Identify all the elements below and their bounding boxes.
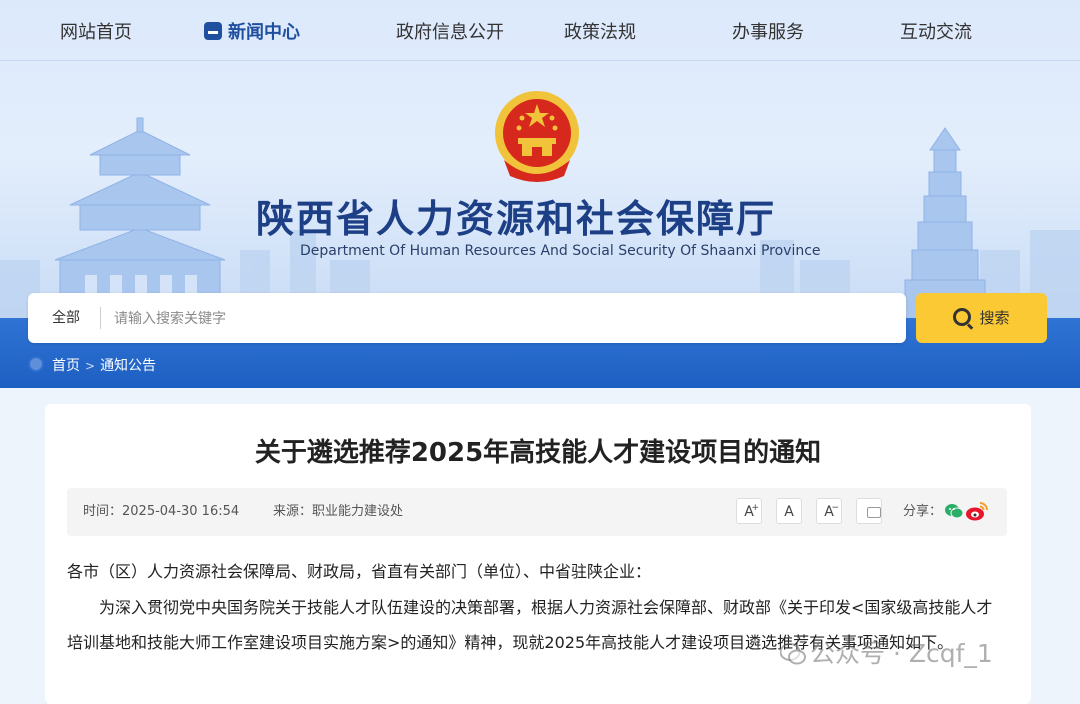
breadcrumb-current-link[interactable]: 通知公告 xyxy=(100,358,156,374)
news-home-icon xyxy=(204,22,222,40)
breadcrumb: 首页 > 通知公告 xyxy=(28,352,156,380)
search-icon xyxy=(953,308,972,326)
nav-item-home[interactable]: 网站首页 xyxy=(60,0,132,60)
top-nav: 网站首页 新闻中心 政府信息公开 政策法规 办事服务 互动交流 xyxy=(0,0,1080,61)
font-smaller-button[interactable]: A − xyxy=(816,498,842,524)
article-paragraph: 各市（区）人力资源社会保障局、财政局，省直有关部门（单位）、中省驻陕企业： xyxy=(67,562,652,581)
nav-item-services[interactable]: 办事服务 xyxy=(732,0,804,60)
search-scope-select[interactable]: 全部 xyxy=(52,293,80,343)
wechat-icon[interactable] xyxy=(945,503,963,519)
header-banner: 网站首页 新闻中心 政府信息公开 政策法规 办事服务 互动交流 陕西省人力资源和… xyxy=(0,0,1080,388)
wechat-watermark-icon xyxy=(780,643,806,665)
site-title: 陕西省人力资源和社会保障厅 xyxy=(256,197,777,241)
article-source: 来源：职业能力建设处 xyxy=(273,504,404,519)
print-button[interactable] xyxy=(856,498,882,524)
search-divider xyxy=(100,307,101,329)
article-title: 关于遴选推荐2025年高技能人才建设项目的通知 xyxy=(254,438,822,468)
nav-item-label: 办事服务 xyxy=(732,22,804,43)
search-bar: 全部 xyxy=(28,293,906,343)
watermark-text: 公众号 · Zcqf_1 xyxy=(810,639,993,668)
search-input[interactable] xyxy=(112,301,876,337)
nav-item-policy[interactable]: 政策法规 xyxy=(564,0,636,60)
search-button[interactable]: 搜索 xyxy=(916,293,1047,343)
publish-time: 时间：2025-04-30 16:54 xyxy=(83,504,240,519)
location-pin-icon xyxy=(28,356,44,372)
nav-item-news[interactable]: 新闻中心 xyxy=(204,0,300,60)
nav-item-label: 新闻中心 xyxy=(228,22,300,43)
nav-item-label: 网站首页 xyxy=(60,22,132,43)
nav-item-gov-info[interactable]: 政府信息公开 xyxy=(396,0,504,60)
share-label: 分享： xyxy=(903,504,943,519)
nav-item-label: 政府信息公开 xyxy=(396,22,504,43)
wechat-watermark: 公众号 · Zcqf_1 xyxy=(780,634,993,670)
font-larger-button[interactable]: A + xyxy=(736,498,762,524)
article-meta-bar: 时间：2025-04-30 16:54 来源：职业能力建设处 A + A A − 分… xyxy=(67,488,1007,536)
nav-item-label: 互动交流 xyxy=(900,22,972,43)
site-subtitle: Department Of Human Resources And Social… xyxy=(300,243,821,259)
printer-icon xyxy=(867,507,881,518)
breadcrumb-home-link[interactable]: 首页 xyxy=(52,358,80,374)
nav-item-interaction[interactable]: 互动交流 xyxy=(900,0,972,60)
font-normal-button[interactable]: A xyxy=(776,498,802,524)
plus-icon: + xyxy=(751,503,759,513)
weibo-icon[interactable] xyxy=(965,500,989,522)
nav-item-label: 政策法规 xyxy=(564,22,636,43)
minus-icon: − xyxy=(831,503,839,513)
font-normal-label: A xyxy=(784,504,794,520)
national-emblem-icon xyxy=(495,91,579,182)
search-button-label: 搜索 xyxy=(979,309,1010,327)
breadcrumb-separator: > xyxy=(85,359,96,373)
